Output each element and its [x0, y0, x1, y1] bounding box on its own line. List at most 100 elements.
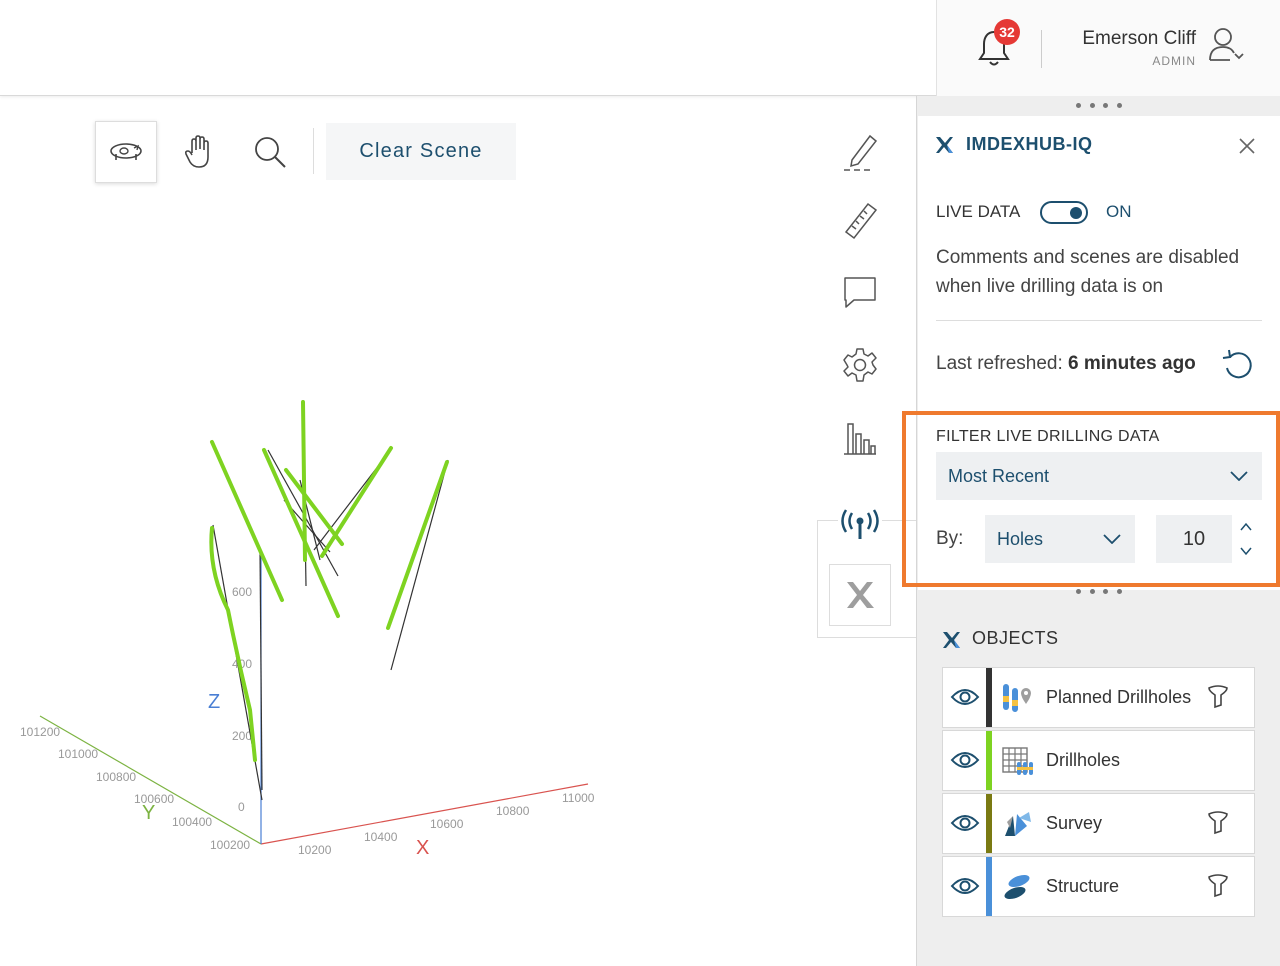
- charts-button[interactable]: [836, 414, 884, 462]
- eye-icon[interactable]: [950, 874, 980, 898]
- filter-icon[interactable]: [1207, 811, 1229, 835]
- objects-title: OBJECTS: [972, 628, 1059, 648]
- filter-select-value: Most Recent: [948, 466, 1050, 486]
- panel-drag-handle[interactable]: [1076, 103, 1122, 111]
- last-refreshed: Last refreshed: 6 minutes ago: [936, 353, 1196, 375]
- draw-tool-button[interactable]: [836, 128, 884, 176]
- imdex-logo-icon: [847, 582, 874, 608]
- by-select-value: Holes: [997, 529, 1044, 549]
- object-row-drillholes[interactable]: Drillholes: [942, 730, 1255, 791]
- object-label: Planned Drillholes: [1046, 687, 1192, 707]
- live-data-toggle[interactable]: [1040, 201, 1088, 224]
- pan-tool-button[interactable]: [168, 121, 230, 183]
- x-tick-label: 10200: [298, 843, 332, 857]
- spin-down-icon[interactable]: [1238, 544, 1254, 558]
- live-data-icon[interactable]: [838, 505, 882, 545]
- y-tick-label: 101000: [58, 747, 98, 761]
- clear-scene-button[interactable]: Clear Scene: [326, 123, 516, 180]
- card-divider: [936, 320, 1262, 321]
- x-axis-line: [260, 783, 589, 845]
- imdexhub-app-tile[interactable]: [829, 564, 891, 626]
- search-icon: [255, 137, 286, 168]
- x-tick-labels: 10200 10400 10600 10800 11000: [298, 791, 595, 857]
- object-color-bar: [986, 668, 992, 727]
- drillhole-trace: [301, 400, 307, 562]
- live-data-notice: Comments and scenes are disabled when li…: [936, 247, 1240, 297]
- user-menu-icon[interactable]: [1208, 26, 1248, 64]
- refresh-icon[interactable]: [1220, 348, 1256, 382]
- bar-chart-icon: [844, 423, 876, 455]
- x-axis-name: X: [416, 837, 429, 859]
- planned-trace: [390, 459, 449, 671]
- by-label: By:: [936, 528, 964, 549]
- object-label: Survey: [1046, 813, 1103, 833]
- eye-icon[interactable]: [950, 685, 980, 709]
- gear-icon: [843, 348, 877, 382]
- filter-icon[interactable]: [1207, 685, 1229, 709]
- filter-select[interactable]: Most Recent: [936, 452, 1262, 500]
- x-tick-label: 10400: [364, 830, 398, 844]
- panel-drag-handle[interactable]: [1076, 589, 1122, 597]
- object-row-survey[interactable]: Survey: [942, 793, 1255, 854]
- comment-icon: [844, 277, 876, 308]
- header-divider: [1041, 30, 1042, 68]
- object-label: Drillholes: [1046, 750, 1121, 770]
- y-tick-label: 101200: [20, 725, 60, 739]
- x-tick-label: 10800: [496, 804, 530, 818]
- eye-icon[interactable]: [950, 811, 980, 835]
- hand-icon: [184, 135, 209, 168]
- y-tick-labels: 101200 101000 100800 100600 100400 10020…: [20, 725, 250, 852]
- scene-3d-viewport[interactable]: 10200 10400 10600 10800 11000 101200 101…: [0, 380, 620, 940]
- toggle-knob: [1070, 206, 1082, 219]
- live-data-label: LIVE DATA: [936, 202, 1021, 221]
- filter-label: FILTER LIVE DRILLING DATA: [936, 428, 1160, 445]
- chevron-down-icon: [1230, 471, 1248, 481]
- object-row-structure[interactable]: Structure: [942, 856, 1255, 917]
- ruler-icon: [844, 202, 878, 240]
- count-input[interactable]: 10: [1156, 515, 1232, 563]
- y-tick-label: 100400: [172, 815, 212, 829]
- by-select[interactable]: Holes: [985, 515, 1135, 563]
- x-tick-label: 11000: [562, 791, 595, 805]
- rotate-icon: [110, 143, 142, 160]
- structure-icon: [1004, 874, 1030, 900]
- rotate-tool-button[interactable]: [95, 121, 157, 183]
- last-refreshed-label: Last refreshed:: [936, 353, 1069, 374]
- last-refreshed-value: 6 minutes ago: [1068, 353, 1196, 374]
- filter-icon[interactable]: [1207, 874, 1229, 898]
- user-role: ADMIN: [1152, 54, 1196, 68]
- pen-icon: [844, 134, 878, 171]
- drillholes-grid-icon: [1002, 747, 1033, 775]
- object-color-bar: [986, 794, 992, 853]
- y-axis-line: [39, 715, 262, 845]
- close-icon[interactable]: [1236, 135, 1258, 157]
- imdex-logo-icon: [935, 136, 955, 154]
- zoom-tool-button[interactable]: [239, 121, 301, 183]
- card-title: IMDEXHUB-IQ: [966, 134, 1093, 154]
- y-axis-name: Y: [142, 802, 155, 824]
- imdex-logo-icon: [942, 631, 962, 649]
- toolbar-divider: [313, 128, 314, 174]
- object-color-bar: [986, 731, 992, 790]
- z-tick-label: 600: [232, 585, 252, 599]
- settings-button[interactable]: [836, 341, 884, 389]
- live-data-state: ON: [1106, 202, 1132, 221]
- comments-button[interactable]: [836, 268, 884, 316]
- survey-icon: [1005, 812, 1031, 836]
- object-row-planned-drillholes[interactable]: Planned Drillholes: [942, 667, 1255, 728]
- drillhole-trace: [320, 446, 393, 558]
- object-color-bar: [986, 857, 992, 916]
- measure-tool-button[interactable]: [836, 198, 884, 246]
- notification-count-badge: 32: [994, 19, 1020, 45]
- drillhole-traces: [209, 400, 449, 762]
- y-tick-label: 100800: [96, 770, 136, 784]
- planned-drillholes-icon: [1003, 684, 1031, 712]
- eye-icon[interactable]: [950, 748, 980, 772]
- spin-up-icon[interactable]: [1238, 520, 1254, 534]
- user-name[interactable]: Emerson Cliff: [1082, 28, 1196, 50]
- x-tick-label: 10600: [430, 817, 464, 831]
- z-tick-label: 0: [238, 800, 245, 814]
- drillhole-trace: [386, 460, 449, 630]
- y-tick-label: 100200: [210, 838, 250, 852]
- object-label: Structure: [1046, 876, 1120, 896]
